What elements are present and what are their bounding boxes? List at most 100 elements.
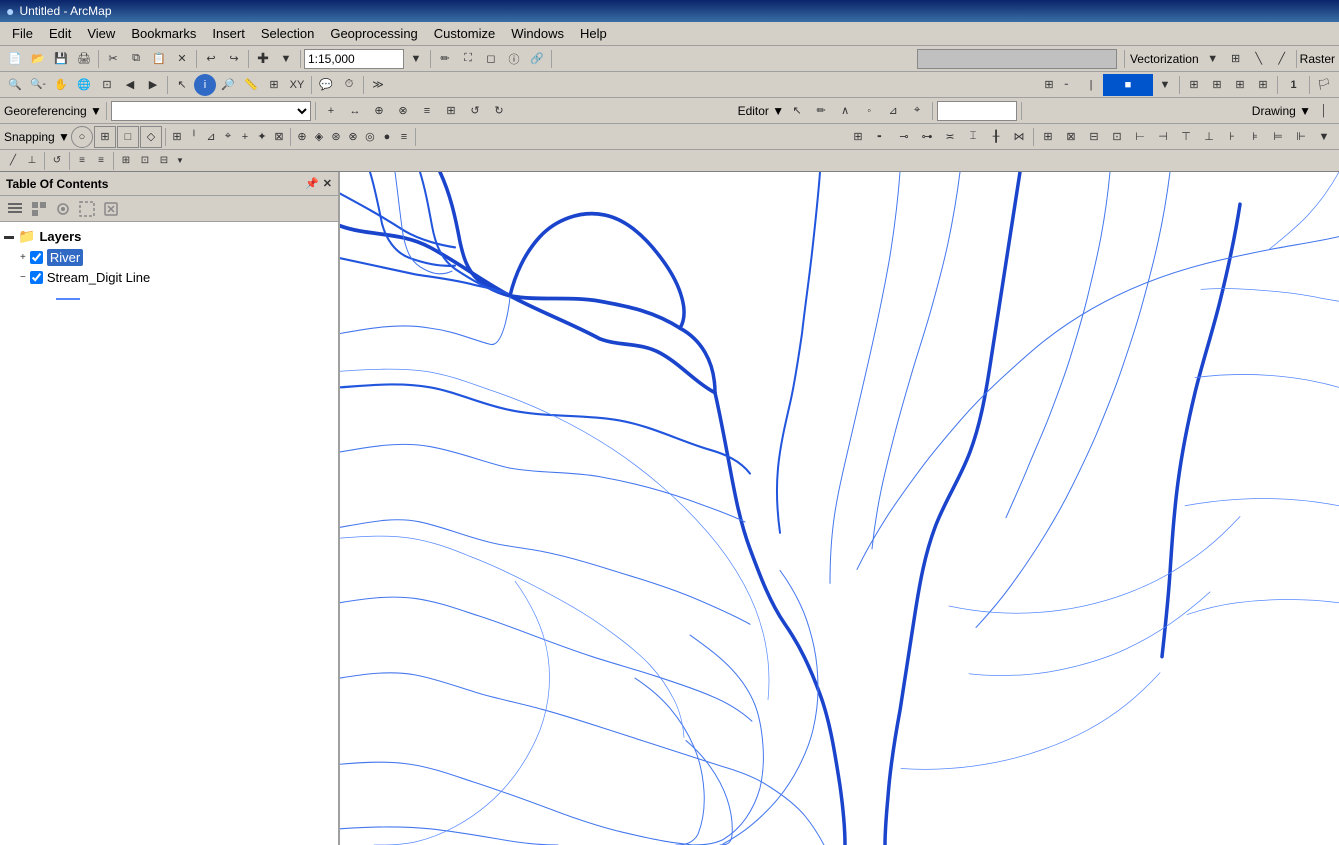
sn-r14[interactable]: ⊣: [1152, 126, 1174, 148]
redo-btn[interactable]: ↪: [223, 48, 245, 70]
ed-t6[interactable]: ⌖: [906, 100, 928, 122]
draw-t1[interactable]: │: [1313, 100, 1335, 122]
sn-r5[interactable]: ≍: [939, 126, 961, 148]
river-checkbox[interactable]: [30, 251, 43, 264]
right-tool-1[interactable]: ⊞: [1042, 74, 1056, 96]
georef-label[interactable]: Georeferencing ▼: [4, 104, 102, 118]
drawing-label[interactable]: Drawing ▼: [1252, 104, 1311, 118]
color-dropdown[interactable]: ▼: [1154, 74, 1176, 96]
zoom-in-btn[interactable]: 🔍: [4, 74, 26, 96]
toc-close-btn[interactable]: ✕: [323, 177, 332, 190]
ex-t2[interactable]: ⊥: [23, 152, 41, 170]
snap-t3[interactable]: ◇: [140, 126, 162, 148]
sn-t1[interactable]: ⊞: [169, 126, 185, 148]
info-btn[interactable]: i: [194, 74, 216, 96]
pan-btn[interactable]: ✋: [50, 74, 72, 96]
sn-r1[interactable]: ⊞: [847, 126, 869, 148]
gr-t7[interactable]: ↺: [464, 100, 486, 122]
ex-t7[interactable]: ⊡: [136, 152, 154, 170]
vect-btn2[interactable]: ╲: [1248, 48, 1270, 70]
select-btn[interactable]: ↖: [171, 74, 193, 96]
ex-t8[interactable]: ⊟: [155, 152, 173, 170]
sn-t14[interactable]: ≡: [396, 126, 412, 148]
sn-r2[interactable]: ╸: [870, 126, 892, 148]
ed-t1[interactable]: ↖: [786, 100, 808, 122]
toc-list-by-source[interactable]: [28, 198, 50, 220]
save-btn[interactable]: 💾: [50, 48, 72, 70]
goto-xy-btn[interactable]: XY: [286, 74, 308, 96]
vect-btn3[interactable]: ╱: [1271, 48, 1293, 70]
river-layer-name[interactable]: River: [47, 249, 83, 266]
snap-t2[interactable]: □: [117, 126, 139, 148]
sn-t5[interactable]: +: [237, 126, 253, 148]
ex-t1[interactable]: ╱: [4, 152, 22, 170]
r-tools4[interactable]: ⊞: [1252, 74, 1274, 96]
toolbar-more-btn[interactable]: ≫: [367, 74, 389, 96]
sn-t13[interactable]: ●: [379, 126, 395, 148]
edit-vertices-btn[interactable]: ✏: [434, 48, 456, 70]
right-tool-2[interactable]: ╴: [1057, 74, 1079, 96]
cut-btn[interactable]: ✂: [102, 48, 124, 70]
ex-t4[interactable]: ≡: [73, 152, 91, 170]
globe-btn[interactable]: 🌐: [73, 74, 95, 96]
vect-btn1[interactable]: ⊞: [1225, 48, 1247, 70]
scale-input[interactable]: 1:15,000: [304, 49, 404, 69]
sn-r20[interactable]: ⊩: [1290, 126, 1312, 148]
gr-t4[interactable]: ⊗: [392, 100, 414, 122]
sn-t3[interactable]: ⊿: [203, 126, 219, 148]
sn-r8[interactable]: ⋈: [1008, 126, 1030, 148]
forward-btn[interactable]: ▶: [142, 74, 164, 96]
sn-t7[interactable]: ⊠: [271, 126, 287, 148]
toc-pin-btn[interactable]: 📌: [305, 177, 319, 190]
copy-btn[interactable]: ⧉: [125, 48, 147, 70]
gr-t6[interactable]: ⊞: [440, 100, 462, 122]
ex-t6[interactable]: ⊞: [117, 152, 135, 170]
r-tools2[interactable]: ⊞: [1206, 74, 1228, 96]
toc-list-by-drawing-order[interactable]: [4, 198, 26, 220]
river-expand-btn[interactable]: +: [20, 252, 26, 263]
sn-r10[interactable]: ⊠: [1060, 126, 1082, 148]
gr-t1[interactable]: +: [320, 100, 342, 122]
layers-collapse-btn[interactable]: ▬: [4, 231, 14, 242]
ed-t3[interactable]: ∧: [834, 100, 856, 122]
sn-t11[interactable]: ⊗: [345, 126, 361, 148]
map-area[interactable]: .river-main { stroke: #1a44cc; stroke-wi…: [340, 172, 1339, 845]
gr-t8[interactable]: ↻: [488, 100, 510, 122]
gr-t5[interactable]: ≡: [416, 100, 438, 122]
toc-list-by-visibility[interactable]: [52, 198, 74, 220]
gr-t3[interactable]: ⊕: [368, 100, 390, 122]
stream-expand-btn[interactable]: −: [20, 272, 26, 283]
menu-selection[interactable]: Selection: [253, 24, 322, 43]
river-layer-item[interactable]: + River: [4, 247, 334, 268]
sn-t9[interactable]: ◈: [311, 126, 327, 148]
sn-t4[interactable]: ⌖: [220, 126, 236, 148]
georef-layer-select[interactable]: [111, 101, 311, 121]
sn-r6[interactable]: ⌶: [962, 126, 984, 148]
sn-r9[interactable]: ⊞: [1037, 126, 1059, 148]
menu-edit[interactable]: Edit: [41, 24, 79, 43]
menu-windows[interactable]: Windows: [503, 24, 572, 43]
scale-dropdown[interactable]: ▼: [405, 48, 427, 70]
sn-t6[interactable]: ✦: [254, 126, 270, 148]
sn-r7[interactable]: ╂: [985, 126, 1007, 148]
vectorization-dropdown[interactable]: ▼: [1202, 48, 1224, 70]
sn-r15[interactable]: ⊤: [1175, 126, 1197, 148]
measure-btn[interactable]: 📏: [240, 74, 262, 96]
back-btn[interactable]: ◀: [119, 74, 141, 96]
snap-t1[interactable]: ⊞: [94, 126, 116, 148]
sn-r3[interactable]: ⊸: [893, 126, 915, 148]
toc-list-by-selection[interactable]: [76, 198, 98, 220]
sn-r18[interactable]: ⊧: [1244, 126, 1266, 148]
menu-file[interactable]: File: [4, 24, 41, 43]
menu-view[interactable]: View: [79, 24, 123, 43]
add-data-arrow[interactable]: ▼: [275, 48, 297, 70]
sn-r13[interactable]: ⊢: [1129, 126, 1151, 148]
find-btn[interactable]: 🔎: [217, 74, 239, 96]
stream-layer-item[interactable]: − Stream_Digit Line: [4, 268, 334, 287]
add-data-btn[interactable]: ✚: [252, 48, 274, 70]
gr-t2[interactable]: ↔: [344, 100, 366, 122]
time-btn[interactable]: ⏱: [338, 74, 360, 96]
flag-btn[interactable]: 🏳: [1313, 74, 1335, 96]
sn-t12[interactable]: ◎: [362, 126, 378, 148]
delete-btn[interactable]: ✕: [171, 48, 193, 70]
